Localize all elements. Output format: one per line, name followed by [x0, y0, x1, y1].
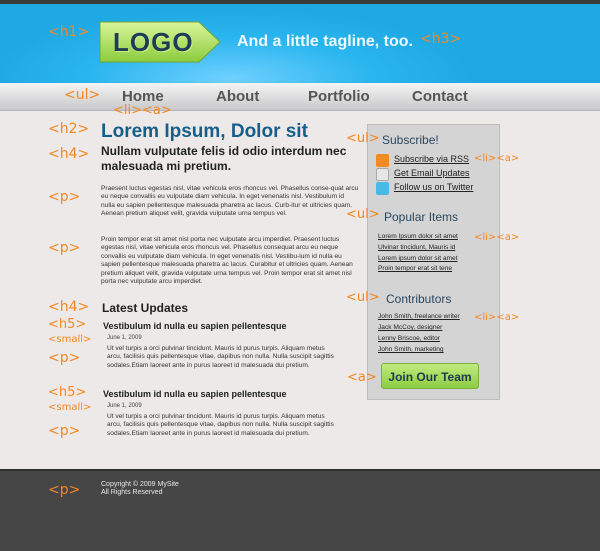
- tag-h2-label: <h2>: [48, 121, 90, 137]
- contributors-title: Contributors: [386, 292, 452, 306]
- tag-ul-label: <ul>: [346, 290, 380, 305]
- contributor-link[interactable]: Lenny Briscoe, editor: [378, 335, 440, 342]
- tag-p-label: <p>: [48, 350, 81, 366]
- rss-icon: [376, 154, 389, 167]
- subscribe-rss-link[interactable]: Subscribe via RSS: [394, 154, 469, 166]
- tag-p-label: <p>: [48, 482, 81, 498]
- tag-li-a-label: <li><a>: [474, 232, 520, 243]
- contributor-link[interactable]: John Smith, marketing: [378, 346, 444, 353]
- tag-li-a-label: <li><a>: [113, 103, 172, 118]
- tag-h5-label: <h5>: [48, 385, 87, 400]
- email-icon: [376, 168, 389, 181]
- tag-ul-label: <ul>: [346, 207, 380, 222]
- intro-paragraph: Praesent luctus egestas nisl, vitae vehi…: [101, 185, 359, 218]
- subscribe-title: Subscribe!: [382, 133, 439, 147]
- update-title: Vestibulum id nulla eu sapien pellentesq…: [103, 321, 287, 331]
- popular-title: Popular Items: [384, 210, 459, 224]
- tag-ul-label: <ul>: [346, 131, 380, 146]
- email-updates-link[interactable]: Get Email Updates: [394, 168, 470, 180]
- page-subtitle: Nullam vulputate felis id odio interdum …: [101, 144, 347, 173]
- update-title: Vestibulum id nulla eu sapien pellentesq…: [103, 389, 287, 399]
- popular-item[interactable]: Lorem ipsum dolor sit amet: [378, 255, 458, 262]
- body-paragraph: Proin tempor erat sit amet nisl porta ne…: [101, 236, 353, 286]
- tag-a-label: <a>: [347, 370, 377, 385]
- tag-h4-label: <h4>: [48, 146, 90, 162]
- nav-portfolio[interactable]: Portfolio: [308, 88, 370, 105]
- footer: [0, 469, 600, 551]
- tagline: And a little tagline, too.: [237, 33, 413, 50]
- join-team-button[interactable]: Join Our Team: [381, 363, 479, 389]
- tag-p-label: <p>: [48, 240, 81, 256]
- tag-h5-label: <h5>: [48, 317, 87, 332]
- popular-item[interactable]: Lorem Ipsum dolor sit amet: [378, 233, 458, 240]
- tag-ul-label: <ul>: [64, 87, 101, 103]
- nav-contact[interactable]: Contact: [412, 88, 468, 105]
- tag-small-label: <small>: [48, 402, 92, 413]
- update-date: June 1, 2009: [107, 403, 142, 409]
- tag-h3-label: <h3>: [420, 31, 462, 47]
- contributor-link[interactable]: Jack McCoy, designer: [378, 324, 442, 331]
- logo[interactable]: LOGO: [99, 21, 221, 63]
- updates-title: Latest Updates: [102, 301, 189, 315]
- tag-h1-label: <h1>: [48, 24, 90, 40]
- update-date: June 1, 2009: [107, 335, 142, 341]
- tag-small-label: <small>: [48, 334, 92, 345]
- tag-p-label: <p>: [48, 189, 81, 205]
- rights-text: All Rights Reserved: [101, 489, 163, 496]
- popular-item[interactable]: Proin tempor erat sit tene: [378, 265, 452, 272]
- logo-text: LOGO: [113, 27, 194, 57]
- contributor-link[interactable]: John Smith, freelance writer: [378, 313, 460, 320]
- twitter-link[interactable]: Follow us on Twitter: [394, 182, 473, 194]
- tag-li-a-label: <li><a>: [474, 312, 520, 323]
- copyright-text: Copyright © 2009 MySite: [101, 481, 179, 488]
- tag-h4-label: <h4>: [48, 299, 90, 315]
- tag-li-a-label: <li><a>: [474, 153, 520, 164]
- update-body: Ut vel turpis a orci pulvinar tincidunt.…: [107, 345, 334, 369]
- page-title: Lorem Ipsum, Dolor sit: [101, 121, 308, 142]
- tag-p-label: <p>: [48, 423, 81, 439]
- popular-item[interactable]: Ulvinar tincidunt, Mauris id: [378, 244, 455, 251]
- twitter-icon: [376, 182, 389, 195]
- nav-about[interactable]: About: [216, 88, 259, 105]
- update-body: Ut vel turpis a orci pulvinar tincidunt.…: [107, 413, 334, 437]
